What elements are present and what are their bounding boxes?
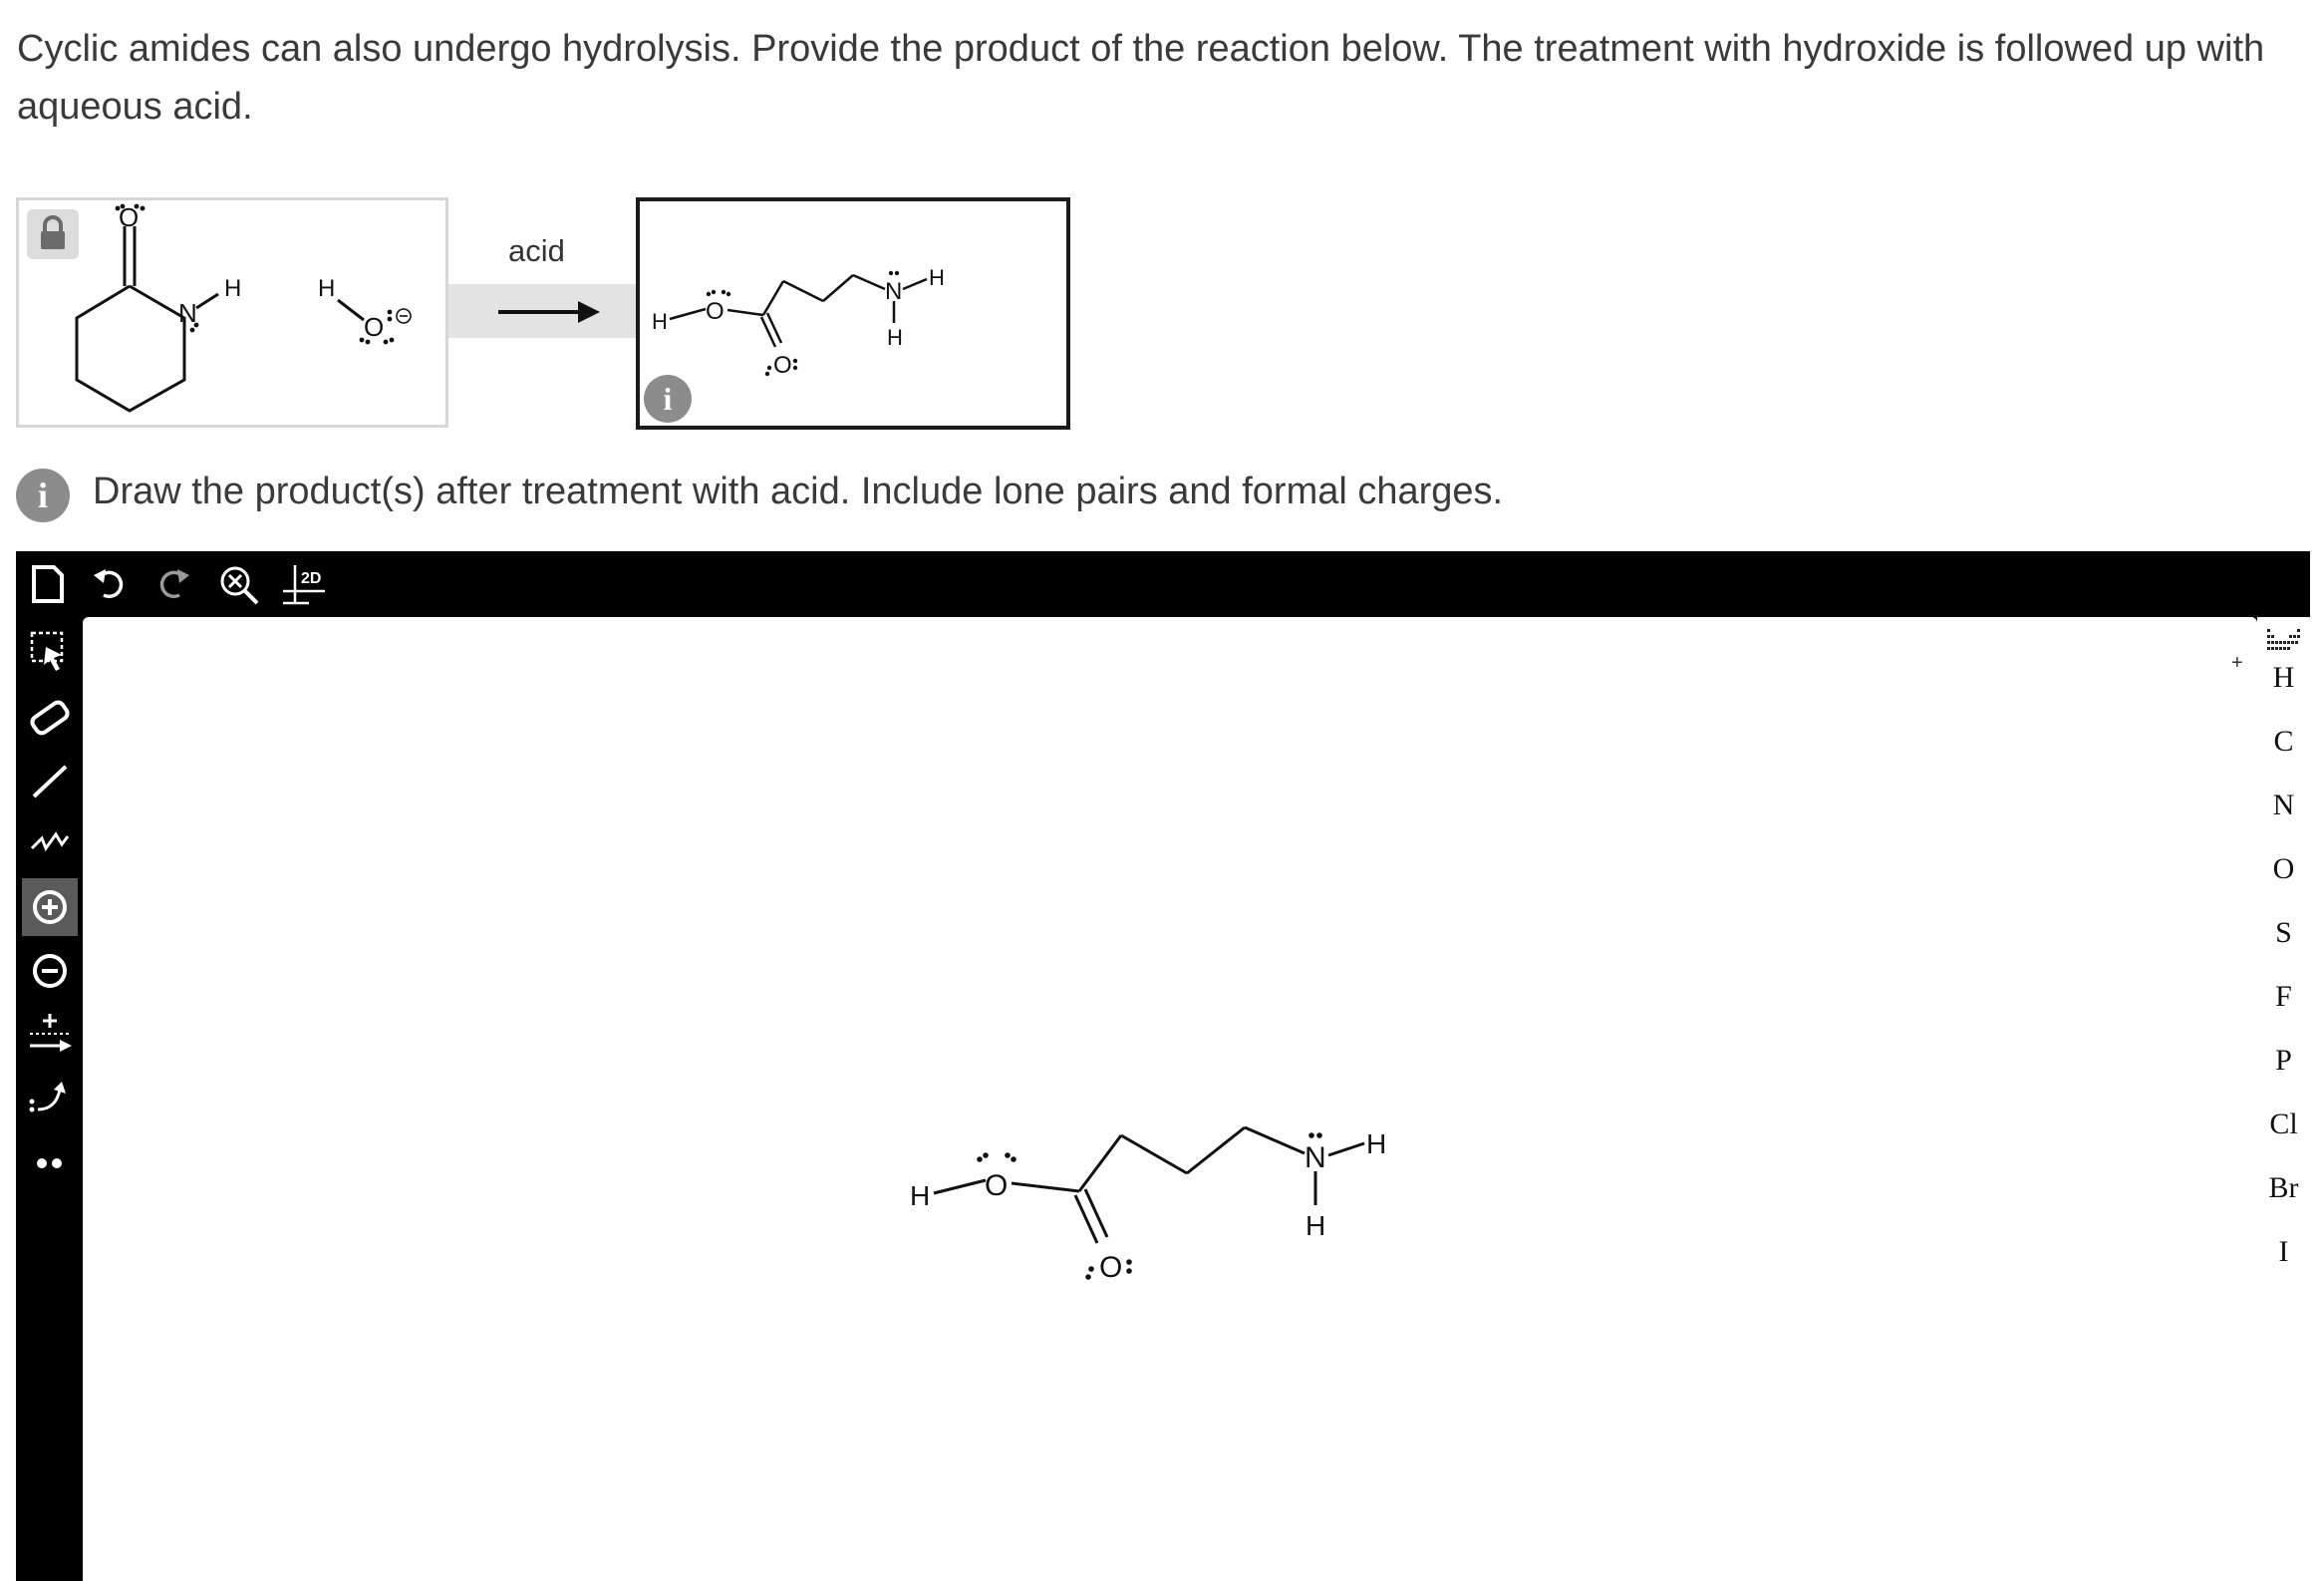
amide-hydrogen-label: H [224,275,241,302]
curved-arrow-tool[interactable] [22,1070,78,1127]
single-bond-icon [32,765,68,798]
positive-charge-tool[interactable] [22,878,78,936]
negative-charge-icon [396,308,412,324]
amine-nitrogen-label: N [1305,1141,1326,1174]
canvas-structure: H O O N H H + [910,652,2243,1284]
element-button-p[interactable]: P [2257,1044,2310,1078]
amine-hydrogen-label: H [1366,1128,1386,1159]
chain-tool[interactable] [22,814,78,872]
element-button-o[interactable]: O [2257,852,2310,886]
product-structure: H O O N H H [652,265,945,379]
amine-nitrogen-label: N [885,278,902,305]
reactant-structure: O N H H O [75,202,412,413]
drawing-canvas[interactable]: H O O N H H + [83,617,2257,1581]
element-button-s[interactable]: S [2257,916,2310,950]
negative-charge-tool[interactable] [22,942,78,1000]
hydroxyl-oxygen-label: O [706,298,725,325]
lone-pair-tool[interactable] [22,1133,78,1191]
editor-toolbar: 2D [16,551,2310,617]
positive-charge-icon [33,890,67,924]
element-button-n[interactable]: N [2257,789,2310,822]
canvas-plus-marker: + [2231,652,2243,674]
element-palette: H C N O S F P Cl Br I [2257,617,2310,1581]
eraser-icon [30,700,70,736]
arrow-band [448,284,638,338]
info-icon[interactable]: i [644,375,692,423]
clean-2d-icon[interactable]: 2D [279,561,331,609]
element-button-br[interactable]: Br [2257,1171,2310,1205]
amine-hydrogen-label: H [1306,1210,1325,1241]
reaction-arrow-icon [498,301,600,323]
hydroxyl-hydrogen-label: H [652,309,668,334]
question-text: Cyclic amides can also undergo hydrolysi… [17,28,2265,128]
element-button-i[interactable]: I [2257,1235,2310,1269]
eraser-tool[interactable] [22,689,78,747]
zoom-clear-icon[interactable] [215,561,263,609]
amide-nitrogen-label: N [178,298,197,328]
hydroxide-oxygen-label: O [364,312,384,342]
left-toolbar [16,617,83,1581]
curved-arrow-icon [29,1082,66,1112]
info-icon: i [16,469,70,522]
reaction-arrow-tool[interactable] [22,1006,78,1064]
carbonyl-oxygen-label: O [773,352,792,379]
amine-hydrogen-label: H [929,265,945,290]
new-document-icon[interactable] [28,561,68,607]
periodic-table-icon[interactable] [2267,627,2303,651]
drawing-editor: 2D H O O N H H + H C N O S F P Cl Br I [16,551,2310,1581]
redo-icon[interactable] [153,563,193,603]
reagent-label: acid [508,233,565,268]
lone-pair-icon [37,1158,62,1168]
product-box[interactable]: H O O N H H i [636,197,1070,430]
hydroxide-hydrogen-label: H [318,275,335,302]
select-tool[interactable] [22,625,78,683]
element-button-f[interactable]: F [2257,980,2310,1014]
instruction-text: Draw the product(s) after treatment with… [93,471,1504,512]
clean-2d-label: 2D [301,570,321,587]
reaction-arrow-icon [30,1014,72,1052]
undo-icon[interactable] [90,563,130,603]
chain-icon [30,831,70,852]
select-rectangle-icon [30,631,64,671]
element-button-h[interactable]: H [2257,661,2310,695]
hydroxyl-oxygen-label: O [985,1169,1008,1202]
reactant-panel: O N H H O [16,197,448,428]
carbonyl-oxygen-label: O [1099,1251,1122,1284]
amine-hydrogen-label: H [887,325,903,350]
single-bond-tool[interactable] [22,753,78,810]
hydroxyl-hydrogen-label: H [910,1180,930,1211]
element-button-cl[interactable]: Cl [2257,1107,2310,1141]
element-button-c[interactable]: C [2257,725,2310,759]
negative-charge-icon [33,954,67,988]
